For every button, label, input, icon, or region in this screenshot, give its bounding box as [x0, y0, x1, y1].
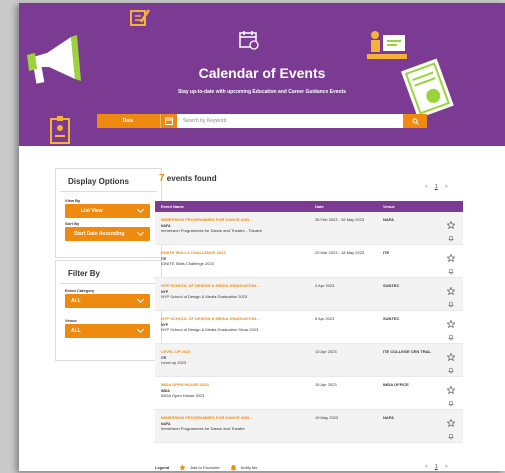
table-row[interactable]: IMMERSION PROGRAMMES FOR DANCE AND... NAF… [155, 212, 463, 245]
chevron-down-icon [136, 295, 145, 304]
col-event-name: Event Name [161, 204, 184, 209]
chevron-down-icon [136, 325, 145, 334]
page-title: Calendar of Events [198, 65, 326, 81]
chevron-down-icon [136, 228, 145, 237]
id-badge-icon [50, 116, 70, 144]
search-bar: Date [97, 114, 427, 128]
calendar-icon [239, 31, 259, 50]
date-filter-button[interactable]: Date [97, 114, 177, 128]
event-category-select[interactable]: ALL [65, 294, 150, 308]
search-button[interactable] [403, 114, 427, 128]
table-row[interactable]: LEVEL UP 2023 ITE Level up 2023 13 Apr 2023… [155, 344, 463, 377]
bell-icon[interactable] [448, 427, 454, 445]
event-description: IMDA Open House 2023 [161, 393, 205, 398]
event-description: IGNITE Skills Challenge 2023 [161, 261, 214, 266]
event-name-link[interactable]: LEVEL UP 2023 [161, 349, 190, 354]
event-date: 4 Apr 2023 [315, 283, 335, 288]
current-page[interactable]: 1 [435, 464, 438, 470]
event-category-value: ALL [71, 298, 81, 304]
venue-value: ALL [71, 328, 81, 334]
calendar-small-icon[interactable] [160, 114, 177, 128]
event-description: NYP School of Design & Media Graduation … [161, 294, 248, 299]
sort-by-value: Start Date Ascending [74, 231, 125, 237]
venue-label: Venue [65, 318, 77, 323]
event-date: 15 Apr 2023 [315, 382, 337, 387]
event-venue: ITE COLLEGE CEN TRAL [383, 349, 431, 354]
event-name-link[interactable]: IMMERSION PROGRAMMES FOR DANCE AND... [161, 217, 253, 222]
table-row[interactable]: IGNITE SKILLS CHALLENGE 2023 ITE IGNITE Sk… [155, 245, 463, 278]
legend-favourite: Add to Favourite [190, 465, 220, 470]
search-icon [412, 118, 419, 125]
prev-page-button[interactable]: < [425, 184, 428, 190]
next-page-button[interactable]: > [445, 184, 448, 190]
legend-notify: Notify Me [240, 465, 258, 470]
view-by-label: View By [65, 198, 81, 203]
pencil-note-icon [130, 9, 151, 26]
table-row[interactable]: NYP SCHOOL OF DESIGN & MEDIA GRADUATION.… [155, 311, 463, 344]
legend-label: Legend [155, 465, 170, 470]
event-name-link[interactable]: IGNITE SKILLS CHALLENGE 2023 [161, 250, 226, 255]
hero-banner: Calendar of Events Stay up-to-date with … [19, 3, 505, 146]
event-description: NYP School of Design & Media Graduation … [161, 327, 259, 332]
event-date: 20 Mar 2023 - 18 May 2023 [315, 250, 365, 255]
display-options-panel: Display Options View By List View Sort B… [55, 168, 162, 258]
sort-by-label: Sort By [65, 221, 80, 226]
keyword-search-input[interactable] [177, 114, 403, 128]
date-label: Date [122, 118, 134, 124]
events-table: Event Name Date Venue IMMERSION PROGRAMM… [155, 201, 463, 443]
event-date: 13 Apr 2023 [315, 349, 337, 354]
event-category-label: Event Category [65, 288, 95, 293]
event-description: Level up 2023 [161, 360, 187, 365]
divider [60, 283, 157, 284]
event-name-link[interactable]: IMMERSION PROGRAMMES FOR DANCE AND... [161, 415, 253, 420]
divider [60, 191, 157, 192]
sort-by-select[interactable]: Start Date Ascending [65, 227, 150, 241]
display-options-heading: Display Options [68, 177, 129, 186]
page-frame: Calendar of Events Stay up-to-date with … [19, 3, 505, 471]
table-header: Event Name Date Venue [155, 201, 463, 212]
venue-select[interactable]: ALL [65, 324, 150, 338]
bell-icon [230, 465, 236, 471]
table-row[interactable]: IMMERSION PROGRAMMES FOR DANCE AND... NAF… [155, 410, 463, 443]
next-page-button[interactable]: > [445, 464, 448, 470]
event-name-link[interactable]: NYP SCHOOL OF DESIGN & MEDIA GRADUATION.… [161, 316, 260, 321]
star-icon [179, 464, 186, 471]
event-description: Immersion Programmes for Dance and Theat… [161, 228, 263, 233]
results-count: 7 events found [159, 173, 217, 184]
prev-page-button[interactable]: < [425, 464, 428, 470]
table-row[interactable]: IMDA OPEN HOUSE 2023 IMDA IMDA Open House … [155, 377, 463, 410]
pagination-top: < 1 > [425, 184, 448, 190]
table-row[interactable]: NYP SCHOOL OF DESIGN & MEDIA GRADUATION.… [155, 278, 463, 311]
view-by-select[interactable]: List View [65, 204, 150, 218]
event-date: 5 Apr 2023 [315, 316, 335, 321]
page-subtitle: Stay up-to-date with upcoming Education … [177, 89, 347, 95]
event-venue: ITE [383, 250, 390, 255]
view-by-value: List View [81, 208, 103, 214]
filter-panel: Filter By Event Category ALL Venue ALL [55, 260, 162, 361]
event-venue: SUNTEC [383, 316, 400, 321]
chevron-down-icon [136, 205, 145, 214]
col-date: Date [315, 204, 324, 209]
col-venue: Venue [383, 204, 395, 209]
event-name-link[interactable]: NYP SCHOOL OF DESIGN & MEDIA GRADUATION.… [161, 283, 260, 288]
event-date: 19 May 2023 [315, 415, 339, 420]
event-name-link[interactable]: IMDA OPEN HOUSE 2023 [161, 382, 209, 387]
pagination-bottom: < 1 > [425, 464, 448, 470]
event-venue: SUNTEC [383, 283, 400, 288]
event-venue: IMDA OFFICE [383, 382, 409, 387]
results-count-number: 7 [159, 173, 165, 184]
event-venue: NAFA [383, 217, 394, 222]
event-venue: NAFA [383, 415, 394, 420]
results-count-text: events found [166, 174, 217, 183]
legend: Legend Add to Favourite Notify Me [155, 464, 258, 471]
event-date: 26 Feb 2023 - 26 May 2023 [315, 217, 365, 222]
event-description: Immersion Programmes for Dance and Theat… [161, 426, 245, 431]
table-body: IMMERSION PROGRAMMES FOR DANCE AND... NAF… [155, 212, 463, 443]
filter-heading: Filter By [68, 269, 101, 278]
current-page[interactable]: 1 [435, 184, 438, 190]
